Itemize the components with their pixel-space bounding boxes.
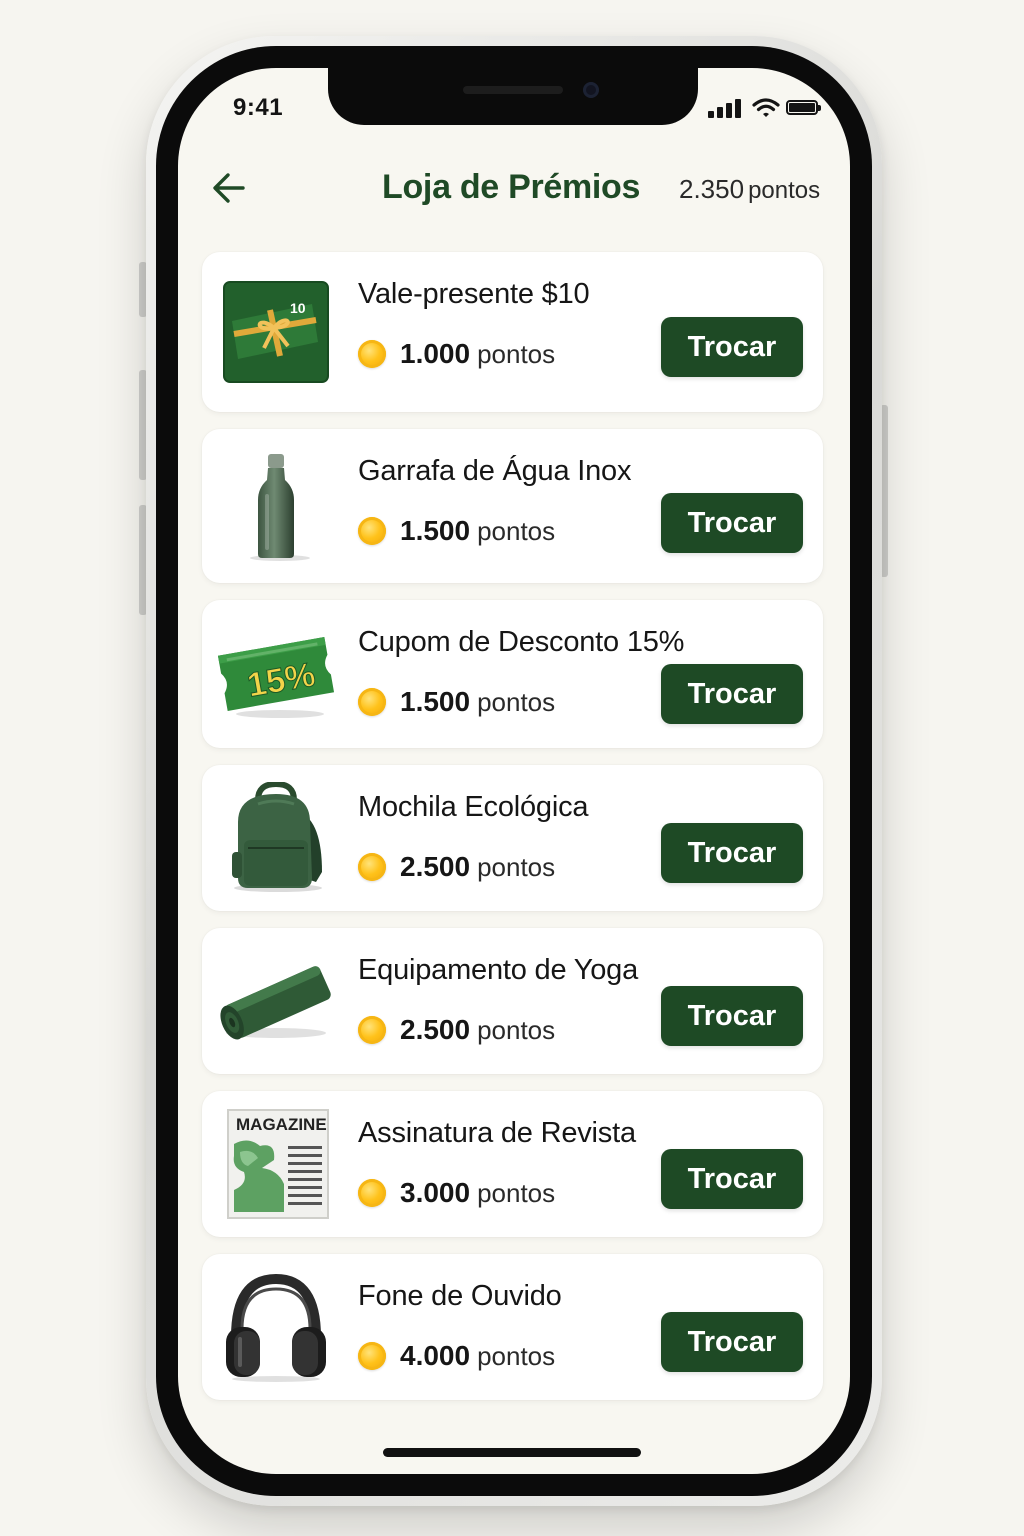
- home-indicator[interactable]: [383, 1448, 641, 1457]
- reward-list: 10 Vale-presente $10 1.000 pontos Trocar: [202, 252, 823, 1417]
- price-value: 3.000: [400, 1177, 471, 1208]
- price-value: 1.000: [400, 338, 471, 369]
- redeem-button[interactable]: Trocar: [661, 664, 803, 724]
- price-unit: pontos: [477, 686, 556, 717]
- status-time: 9:41: [233, 94, 284, 121]
- status-icons: [708, 98, 823, 118]
- reward-card-headphones: Fone de Ouvido 4.000 pontos Trocar: [202, 1254, 823, 1400]
- coupon-icon: 15%: [218, 637, 334, 718]
- magazine-masthead: MAGAZINE: [236, 1115, 327, 1134]
- reward-price: 2.500 pontos: [358, 1014, 555, 1046]
- redeem-button[interactable]: Trocar: [661, 493, 803, 553]
- points-balance-value: 2.350: [679, 174, 745, 204]
- back-arrow-icon[interactable]: [210, 170, 248, 206]
- redeem-button[interactable]: Trocar: [661, 986, 803, 1046]
- water-bottle-icon: [250, 454, 310, 561]
- price-value: 4.000: [400, 1340, 471, 1371]
- reward-card-water-bottle: Garrafa de Água Inox 1.500 pontos Trocar: [202, 429, 823, 583]
- magazine-icon: MAGAZINE: [227, 1109, 329, 1219]
- coin-icon: [358, 517, 386, 545]
- reward-name: Garrafa de Água Inox: [358, 455, 632, 487]
- yoga-mat-icon: [220, 966, 331, 1040]
- backpack-icon: [232, 782, 322, 892]
- reward-price: 4.000 pontos: [358, 1340, 555, 1372]
- redeem-button[interactable]: Trocar: [661, 1312, 803, 1372]
- redeem-button[interactable]: Trocar: [661, 823, 803, 883]
- points-balance: 2.350 pontos: [679, 174, 820, 205]
- wifi-icon: [752, 98, 780, 117]
- price-value: 1.500: [400, 686, 471, 717]
- price-unit: pontos: [477, 1014, 556, 1045]
- signal-icon: [708, 98, 742, 118]
- reward-name: Equipamento de Yoga: [358, 954, 639, 986]
- notch: [328, 68, 698, 125]
- reward-name: Fone de Ouvido: [358, 1280, 562, 1312]
- page-title: Loja de Prémios: [382, 168, 641, 206]
- price-unit: pontos: [477, 338, 556, 369]
- reward-card-backpack: Mochila Ecológica 2.500 pontos Trocar: [202, 765, 823, 911]
- coin-icon: [358, 1016, 386, 1044]
- price-value: 1.500: [400, 515, 471, 546]
- reward-price: 3.000 pontos: [358, 1177, 555, 1209]
- reward-card-coupon: 15% Cupom de Desconto 15% 1.500 pontos T…: [202, 600, 823, 748]
- gift-card-icon: 10: [223, 281, 329, 383]
- reward-name: Vale-presente $10: [358, 278, 590, 310]
- reward-card-yoga-mat: Equipamento de Yoga 2.500 pontos Trocar: [202, 928, 823, 1074]
- reward-name: Cupom de Desconto 15%: [358, 626, 685, 658]
- coin-icon: [358, 688, 386, 716]
- front-camera: [583, 82, 599, 98]
- price-unit: pontos: [477, 1177, 556, 1208]
- speaker-grille: [463, 86, 563, 94]
- redeem-button[interactable]: Trocar: [661, 317, 803, 377]
- points-balance-unit: pontos: [748, 177, 821, 204]
- app-screen: 9:41 Loja de Prémios 2.350 pontos 10 Val…: [178, 68, 850, 1474]
- reward-price: 1.500 pontos: [358, 686, 555, 718]
- price-unit: pontos: [477, 1340, 556, 1371]
- battery-icon: [786, 100, 821, 115]
- price-unit: pontos: [477, 515, 556, 546]
- reward-name: Mochila Ecológica: [358, 791, 589, 823]
- coin-icon: [358, 1179, 386, 1207]
- price-value: 2.500: [400, 1014, 471, 1045]
- reward-card-magazine: MAGAZINE Assinatura de Revista 3.000 pon…: [202, 1091, 823, 1237]
- coin-icon: [358, 340, 386, 368]
- gift-card-badge: 10: [290, 300, 306, 316]
- reward-card-gift-card: 10 Vale-presente $10 1.000 pontos Trocar: [202, 252, 823, 412]
- redeem-button[interactable]: Trocar: [661, 1149, 803, 1209]
- coin-icon: [358, 853, 386, 881]
- reward-price: 1.000 pontos: [358, 338, 555, 370]
- reward-price: 2.500 pontos: [358, 851, 555, 883]
- reward-price: 1.500 pontos: [358, 515, 555, 547]
- price-unit: pontos: [477, 851, 556, 882]
- headphones-icon: [226, 1273, 326, 1382]
- coin-icon: [358, 1342, 386, 1370]
- reward-name: Assinatura de Revista: [358, 1117, 636, 1149]
- price-value: 2.500: [400, 851, 471, 882]
- stage: 9:41 Loja de Prémios 2.350 pontos 10 Val…: [0, 0, 1024, 1536]
